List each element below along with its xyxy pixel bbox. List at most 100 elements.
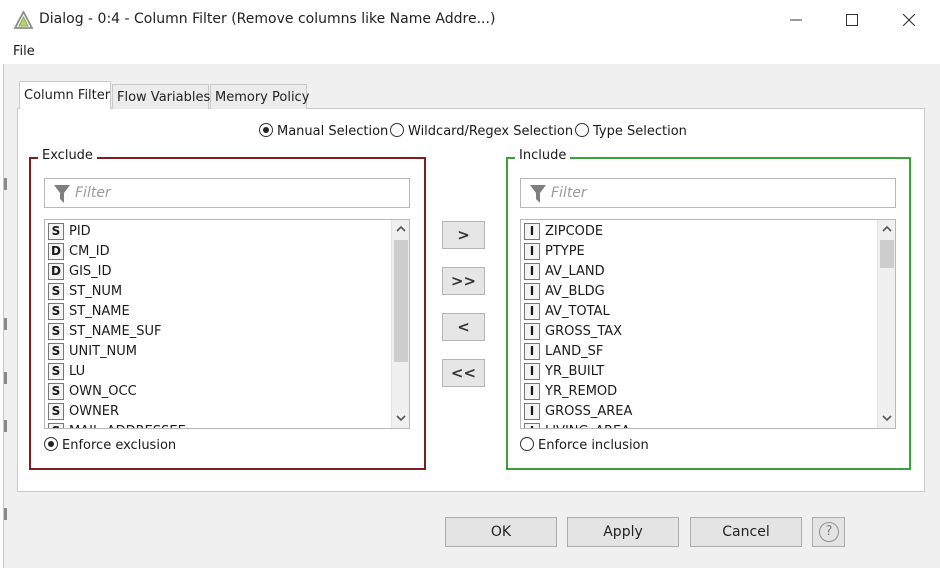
radio-indicator[interactable]: [259, 123, 273, 137]
radio-indicator[interactable]: [520, 437, 534, 451]
include-list-scrollbar[interactable]: [877, 220, 895, 428]
exclude-filter-input[interactable]: Filter: [44, 178, 410, 208]
remove-all-button[interactable]: <<: [442, 359, 485, 387]
type-selection-label: Type Selection: [593, 124, 687, 139]
enforce-exclusion-radio[interactable]: Enforce exclusion: [44, 437, 177, 453]
column-name: PTYPE: [545, 244, 585, 259]
background-fragment: [4, 318, 7, 330]
exclude-column-list[interactable]: S PID D CM_ID D GIS_ID S ST_NUM S ST_NAME S ST_NAME…: [44, 219, 410, 429]
funnel-icon: [530, 185, 546, 207]
manual-selection-label: Manual Selection: [277, 124, 389, 139]
include-group: Include Filter I ZIPCODE I PTYPE I AV_LAND I AV…: [506, 148, 911, 470]
column-type-badge: I: [524, 283, 540, 300]
scroll-down-arrow-icon[interactable]: [392, 410, 409, 428]
column-type-badge: I: [524, 223, 540, 240]
column-type-badge: S: [48, 343, 64, 360]
funnel-icon: [54, 185, 70, 207]
column-name: LU: [69, 364, 86, 379]
column-type-badge: S: [48, 283, 64, 300]
window-title: Dialog - 0:4 - Column Filter (Remove col…: [39, 11, 496, 27]
cancel-button[interactable]: Cancel: [690, 517, 802, 547]
background-fragment: [4, 372, 7, 384]
column-type-badge: S: [48, 223, 64, 240]
column-name: LIVING_AREA: [545, 424, 630, 428]
scroll-up-arrow-icon[interactable]: [878, 220, 895, 238]
add-all-button[interactable]: >>: [442, 267, 485, 295]
column-name: ST_NUM: [69, 284, 123, 299]
column-name: LAND_SF: [545, 344, 604, 359]
tab-flow-variables[interactable]: Flow Variables: [112, 84, 210, 109]
column-name: UNIT_NUM: [69, 344, 137, 359]
include-legend: Include: [515, 148, 571, 163]
exclude-group: Exclude Filter S PID D CM_ID D GIS_ID S ST_NUM S…: [29, 148, 426, 470]
enforce-exclusion-label: Enforce exclusion: [62, 438, 177, 453]
column-name: MAIL_ADDRESSEE: [69, 424, 186, 428]
scroll-down-arrow-icon[interactable]: [878, 410, 895, 428]
column-type-badge: S: [48, 383, 64, 400]
wildcard-regex-selection-label: Wildcard/Regex Selection: [408, 124, 574, 139]
scroll-thumb[interactable]: [394, 240, 408, 362]
radio-indicator[interactable]: [390, 123, 404, 137]
help-button[interactable]: ?: [812, 517, 845, 547]
enforce-inclusion-label: Enforce inclusion: [538, 438, 649, 453]
column-name: ST_NAME: [69, 304, 130, 319]
tab-column-filter[interactable]: Column Filter: [19, 81, 111, 109]
column-type-badge: I: [524, 243, 540, 260]
column-name: OWN_OCC: [69, 384, 137, 399]
maximize-button[interactable]: [829, 0, 875, 40]
column-type-badge: I: [524, 403, 540, 420]
background-fragment: [4, 508, 7, 520]
enforce-inclusion-radio[interactable]: Enforce inclusion: [520, 437, 649, 453]
minimize-button[interactable]: [773, 0, 819, 40]
column-name: OWNER: [69, 404, 120, 419]
radio-indicator[interactable]: [44, 437, 58, 451]
column-type-badge: S: [48, 423, 64, 428]
remove-selected-button[interactable]: <: [442, 313, 485, 341]
column-type-badge: S: [48, 363, 64, 380]
column-name: GIS_ID: [69, 264, 112, 279]
column-name: GROSS_AREA: [545, 404, 633, 419]
column-type-badge: I: [524, 423, 540, 428]
tab-memory-policy[interactable]: Memory Policy: [210, 84, 309, 109]
apply-button[interactable]: Apply: [567, 517, 679, 547]
include-filter-placeholder: Filter: [551, 185, 587, 201]
exclude-legend: Exclude: [38, 148, 97, 163]
column-name: PID: [69, 224, 91, 239]
column-name: ZIPCODE: [545, 224, 604, 239]
column-type-badge: I: [524, 323, 540, 340]
scroll-thumb[interactable]: [880, 240, 894, 268]
exclude-filter-placeholder: Filter: [75, 185, 111, 201]
column-type-badge: I: [524, 263, 540, 280]
radio-indicator[interactable]: [575, 123, 589, 137]
scroll-up-arrow-icon[interactable]: [392, 220, 409, 238]
wildcard-regex-selection-radio[interactable]: Wildcard/Regex Selection: [390, 123, 574, 139]
column-type-badge: I: [524, 303, 540, 320]
exclude-list-scrollbar[interactable]: [391, 220, 409, 428]
column-type-badge: D: [48, 243, 64, 260]
column-name: GROSS_TAX: [545, 324, 623, 339]
column-name: AV_LAND: [545, 264, 605, 279]
column-name: AV_BLDG: [545, 284, 605, 299]
ok-button[interactable]: OK: [445, 517, 557, 547]
column-type-badge: I: [524, 363, 540, 380]
include-column-list[interactable]: I ZIPCODE I PTYPE I AV_LAND I AV_BLDG I AV_TOTAL I…: [520, 219, 896, 429]
column-type-badge: S: [48, 403, 64, 420]
background-fragment: [4, 420, 7, 432]
add-selected-button[interactable]: >: [442, 221, 485, 249]
column-name: CM_ID: [69, 244, 110, 259]
menu-file[interactable]: File: [13, 44, 35, 59]
column-name: YR_REMOD: [545, 384, 618, 399]
column-type-badge: I: [524, 383, 540, 400]
manual-selection-radio[interactable]: Manual Selection: [259, 123, 389, 139]
column-name: ST_NAME_SUF: [69, 324, 162, 339]
include-filter-input[interactable]: Filter: [520, 178, 896, 208]
knime-logo-icon: [13, 10, 34, 33]
column-name: YR_BUILT: [545, 364, 605, 379]
close-button[interactable]: [886, 0, 932, 40]
help-icon: ?: [819, 522, 839, 542]
menu-bar: File: [0, 40, 940, 64]
type-selection-radio[interactable]: Type Selection: [575, 123, 687, 139]
column-name: AV_TOTAL: [545, 304, 610, 319]
background-fragment: [4, 178, 7, 190]
column-type-badge: D: [48, 263, 64, 280]
